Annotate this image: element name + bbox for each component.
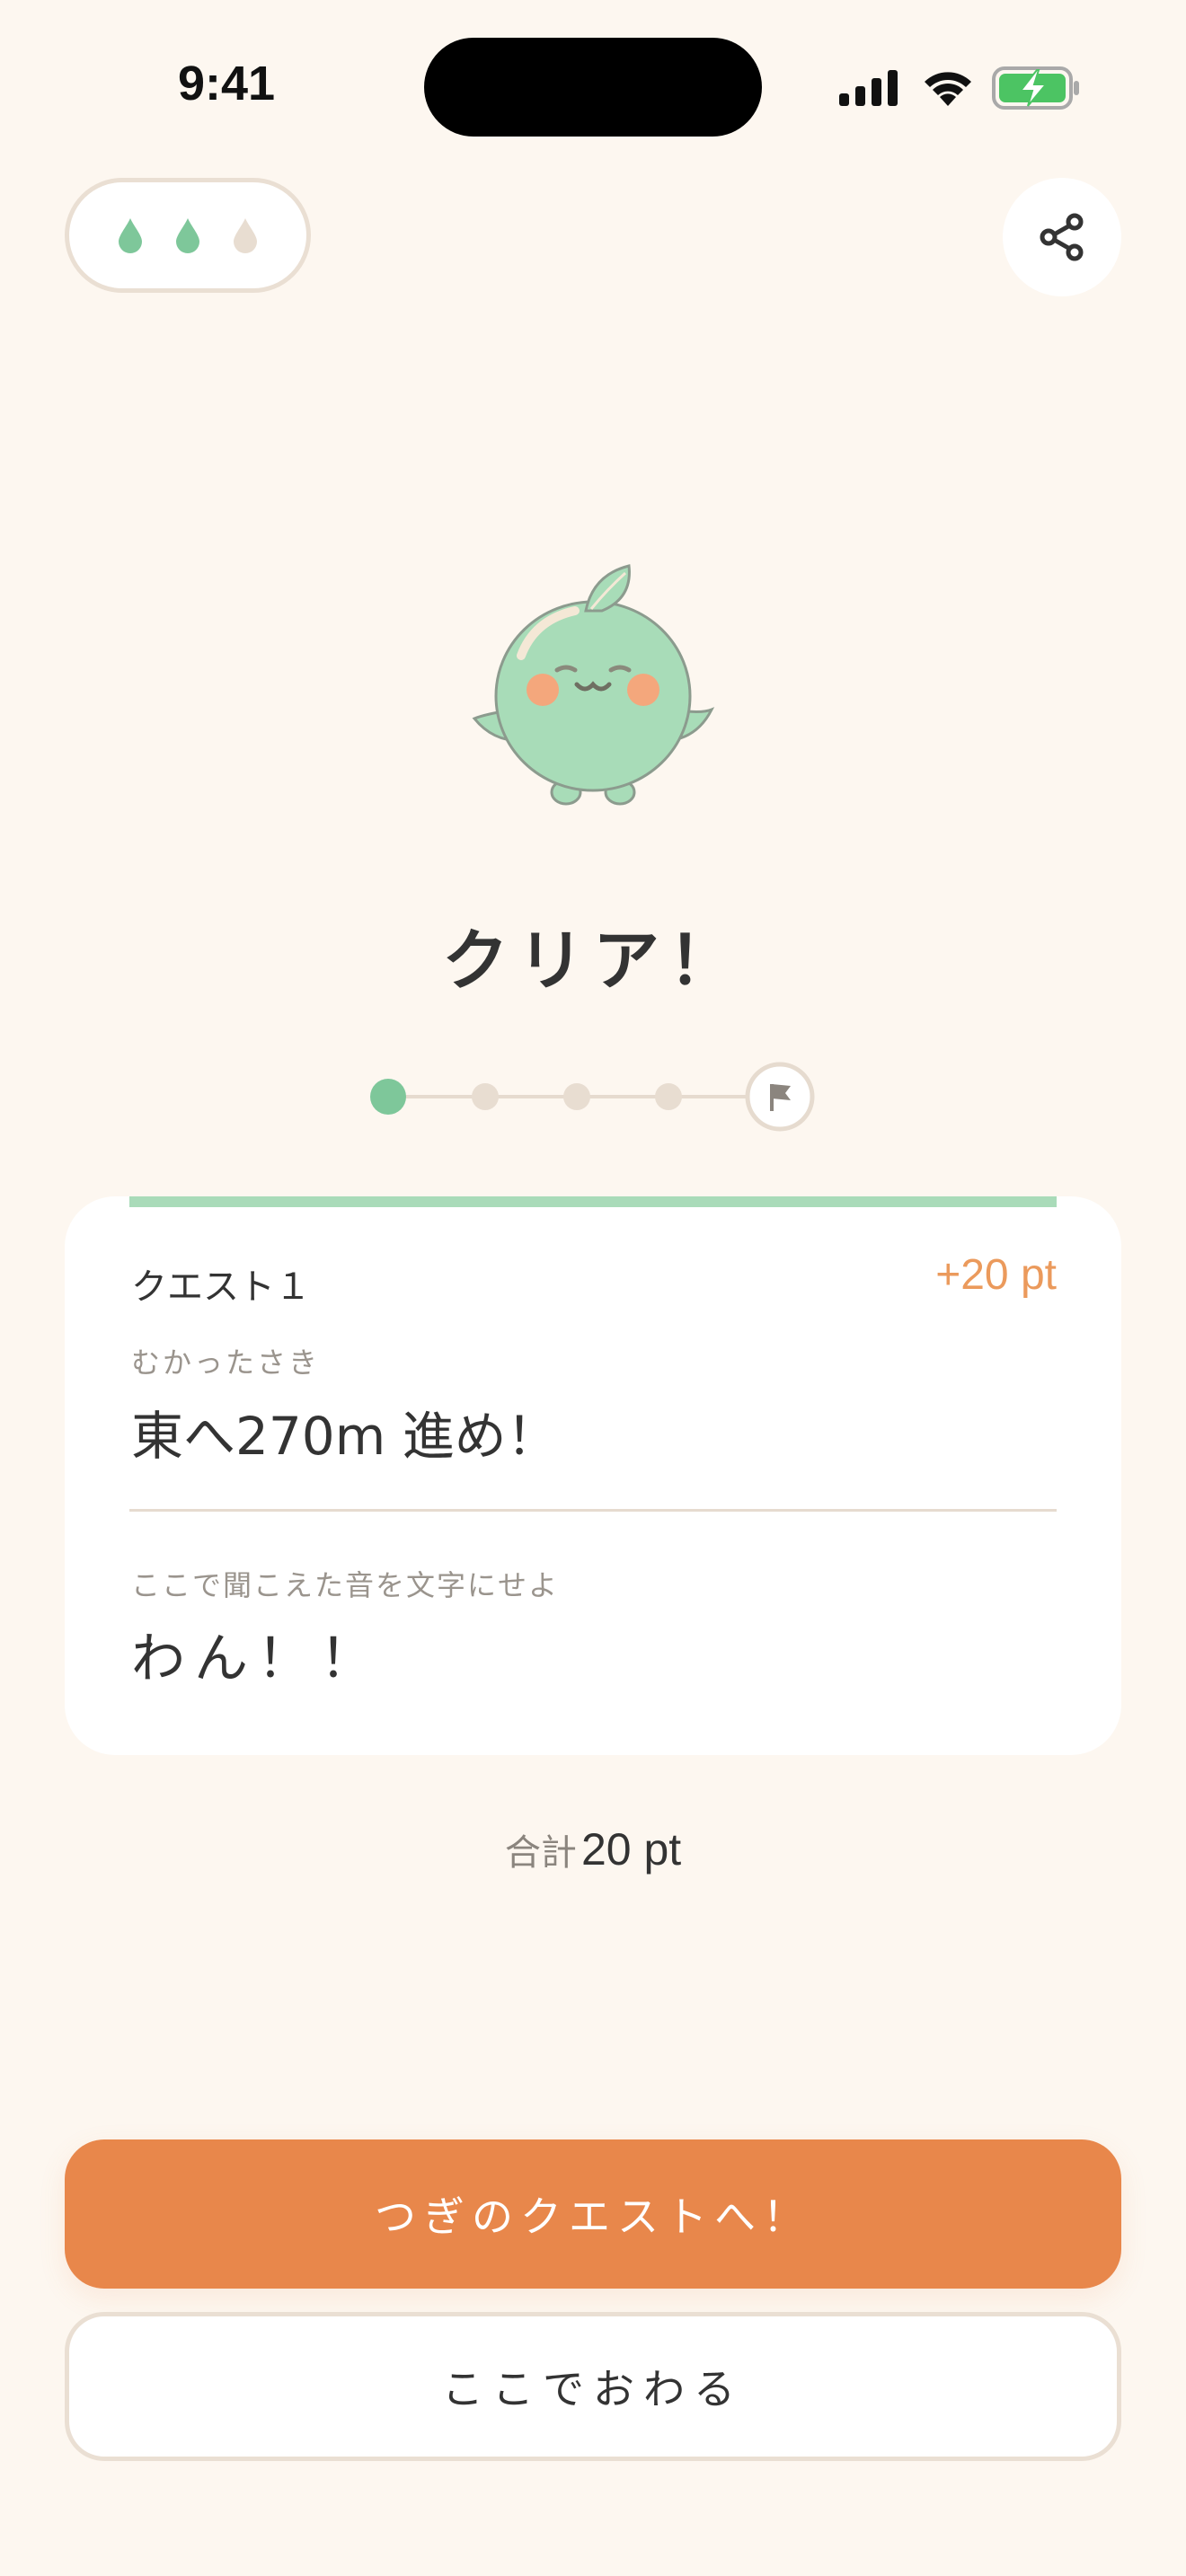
lives-indicator xyxy=(65,178,311,293)
progress-step-dot xyxy=(370,1079,406,1115)
mascot-character-icon xyxy=(472,564,715,806)
drop-icon xyxy=(176,218,199,253)
card-accent-bar xyxy=(129,1196,1057,1207)
quest-result-card: クエスト１ +20 pt むかったさき 東へ270m 進め！ ここで聞こえた音を… xyxy=(65,1196,1121,1755)
end-here-label: ここでおわる xyxy=(442,2365,744,2413)
total-points: 合計 20 pt xyxy=(0,1823,1186,1875)
destination-caption: むかったさき xyxy=(131,1345,321,1380)
status-time: 9:41 xyxy=(178,57,276,110)
progress-step-dot xyxy=(563,1083,590,1110)
drop-icon xyxy=(119,218,142,253)
progress-step-dot xyxy=(655,1083,682,1110)
total-label: 合計 xyxy=(504,1832,577,1874)
cellular-signal-icon xyxy=(839,70,898,106)
share-button[interactable] xyxy=(1003,178,1121,296)
end-here-button[interactable]: ここでおわる xyxy=(65,2312,1121,2461)
card-divider xyxy=(129,1509,1057,1512)
dynamic-island xyxy=(424,38,762,137)
quest-points: +20 pt xyxy=(935,1251,1057,1299)
flag-icon xyxy=(745,1062,815,1132)
clear-title: クリア！ xyxy=(442,922,744,1000)
quest-progress xyxy=(370,1062,815,1132)
sound-answer: わん！！ xyxy=(131,1628,383,1690)
quest-label: クエスト１ xyxy=(131,1266,311,1308)
drop-icon xyxy=(234,218,257,253)
share-icon xyxy=(1040,213,1084,261)
wifi-icon xyxy=(925,72,971,106)
destination-value: 東へ270m 進め！ xyxy=(131,1406,559,1467)
sound-caption: ここで聞こえた音を文字にせよ xyxy=(131,1568,560,1602)
total-value: 20 pt xyxy=(580,1824,682,1875)
progress-step-dot xyxy=(472,1083,499,1110)
next-quest-button[interactable]: つぎのクエストへ！ xyxy=(65,2139,1121,2289)
next-quest-label: つぎのクエストへ！ xyxy=(375,2192,811,2241)
battery-charging-icon xyxy=(992,66,1079,110)
